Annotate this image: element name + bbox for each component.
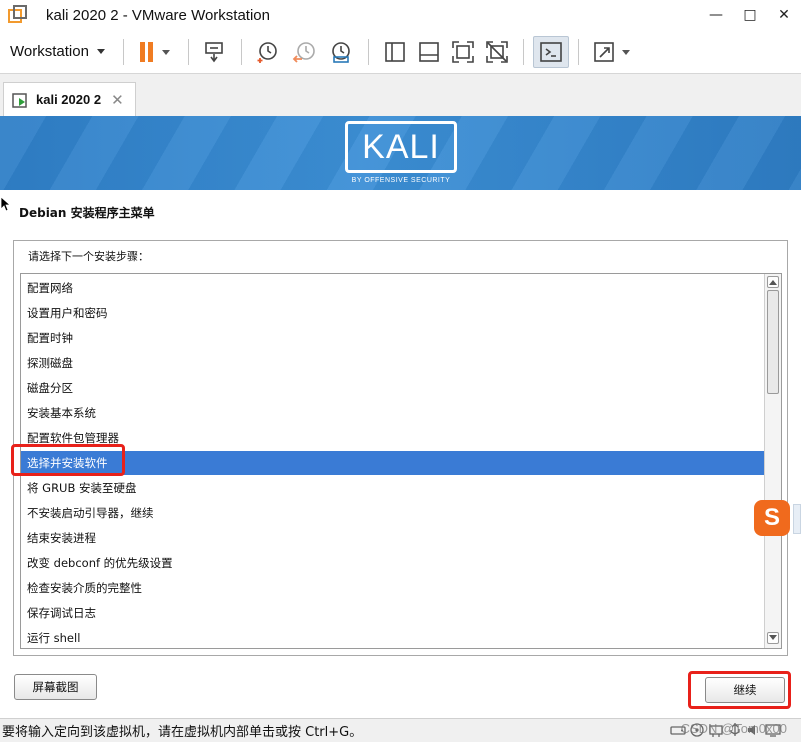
list-item[interactable]: 探测磁盘 [21,351,764,375]
unity-button[interactable] [480,36,514,68]
list-item[interactable]: 配置时钟 [21,326,764,350]
scroll-up-icon[interactable] [767,276,779,288]
highlight-continue-button [688,671,791,709]
maximize-button[interactable]: □ [733,0,767,30]
toolbar: Workstation [0,30,801,74]
tab-close-icon[interactable]: ✕ [111,91,124,109]
list-item-selected[interactable]: 选择并安装软件 [21,451,764,475]
pause-button[interactable] [133,36,179,68]
full-screen-button[interactable] [446,36,480,68]
toolbar-divider [577,38,579,65]
stretch-button[interactable] [588,36,640,68]
list-item[interactable]: 结束安装进程 [21,526,764,550]
vm-display[interactable]: KALI BY OFFENSIVE SECURITY Debian 安装程序主菜… [0,116,801,718]
workstation-menu[interactable]: Workstation [10,43,105,60]
toolbar-divider [122,38,124,65]
side-panel-tab[interactable] [793,504,801,534]
full-screen-icon [452,40,474,63]
window-controls: — □ ✕ [699,0,801,30]
minimize-button[interactable]: — [699,0,733,30]
library-view-button[interactable] [378,36,412,68]
title-bar: kali 2020 2 - VMware Workstation — □ ✕ [0,0,801,30]
stretch-icon [594,41,630,62]
kali-logo-subtitle: BY OFFENSIVE SECURITY [351,177,451,184]
list-item[interactable]: 运行 shell [21,626,764,648]
list-item[interactable]: 配置网络 [21,276,764,300]
snapshot-manager-button[interactable] [323,36,359,68]
installer-title: Debian 安装程序主菜单 [19,206,155,220]
revert-snapshot-icon [292,41,315,63]
close-button[interactable]: ✕ [767,0,801,30]
kali-banner: KALI BY OFFENSIVE SECURITY [0,116,801,190]
list-item[interactable]: 改变 debconf 的优先级设置 [21,551,764,575]
toolbar-divider [187,38,189,65]
toolbar-divider [240,38,242,65]
list-item[interactable]: 保存调试日志 [21,601,764,625]
thumbnail-view-icon [419,41,439,62]
chevron-down-icon [96,49,105,54]
scroll-down-icon[interactable] [767,632,779,644]
csdn-watermark: CSDN @Tom0x00 [680,721,787,736]
highlight-selected-item [11,444,125,476]
toolbar-divider [522,38,524,65]
sogou-ime-icon[interactable]: S [754,500,790,536]
kali-logo: KALI [345,121,457,173]
list-item[interactable]: 将 GRUB 安装至硬盘 [21,476,764,500]
list-item[interactable]: 安装基本系统 [21,401,764,425]
console-view-icon [540,41,562,62]
thumbnail-view-button[interactable] [412,36,446,68]
screenshot-button[interactable]: 屏幕截图 [14,674,97,700]
toolbar-divider [367,38,369,65]
scroll-thumb[interactable] [767,290,779,394]
revert-snapshot-button[interactable] [287,36,323,68]
installer-prompt: 请选择下一个安装步骤： [28,250,149,263]
list-item[interactable]: 设置用户和密码 [21,301,764,325]
list-item[interactable]: 检查安装介质的完整性 [21,576,764,600]
list-item[interactable]: 不安装启动引导器，继续 [21,501,764,525]
status-message: 要将输入定向到该虚拟机，请在虚拟机内部单击或按 Ctrl+G。 [2,725,363,740]
list-scrollbar[interactable] [764,274,781,648]
status-bar: 要将输入定向到该虚拟机，请在虚拟机内部单击或按 Ctrl+G。 CSDN @To… [0,718,801,742]
vmware-window: kali 2020 2 - VMware Workstation — □ ✕ W… [0,0,801,742]
kali-logo-text: KALI [362,127,440,166]
install-steps-list[interactable]: 配置网络 设置用户和密码 配置时钟 探测磁盘 磁盘分区 安装基本系统 配置软件包… [20,273,782,649]
send-keys-icon [205,41,223,62]
unity-icon [486,40,508,63]
list-item[interactable]: 磁盘分区 [21,376,764,400]
send-keys-button[interactable] [198,36,232,68]
vm-tab-icon [12,92,27,108]
console-view-button[interactable] [532,35,569,68]
window-title: kali 2020 2 - VMware Workstation [46,6,270,24]
snapshot-button[interactable] [251,36,287,68]
snapshot-manager-icon [332,41,350,63]
sogou-ime-label: S [763,504,780,531]
workstation-menu-label: Workstation [10,43,89,60]
tab-label: kali 2020 2 [36,92,102,107]
snapshot-icon [257,41,277,63]
tab-strip: kali 2020 2 ✕ [0,74,801,116]
installer-panel: 请选择下一个安装步骤： 配置网络 设置用户和密码 配置时钟 探测磁盘 磁盘分区 … [13,240,788,656]
tab-vm[interactable]: kali 2020 2 ✕ [3,82,136,116]
vmware-logo-icon [8,5,28,25]
mouse-cursor-icon [0,196,10,212]
list-item[interactable]: 配置软件包管理器 [21,426,764,450]
library-view-icon [385,41,405,62]
pause-icon [139,41,170,62]
